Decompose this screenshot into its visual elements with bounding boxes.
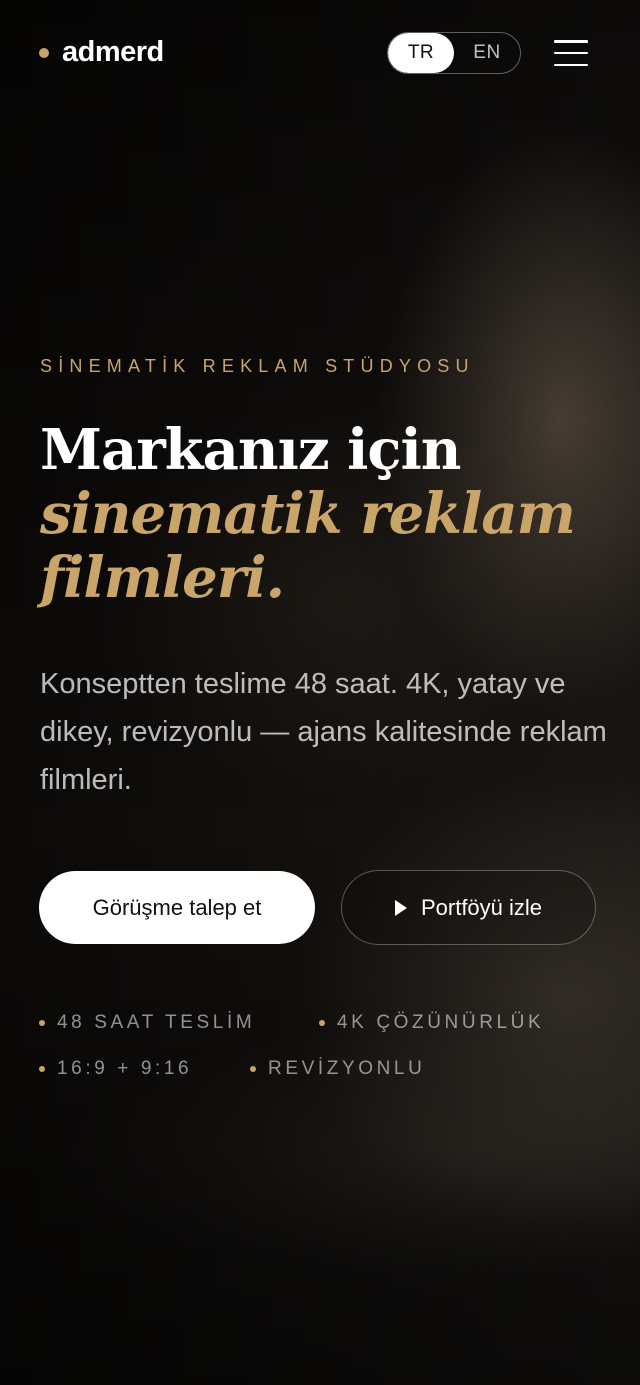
request-meeting-button[interactable]: Görüşme talep et [39,871,315,944]
play-icon [394,899,407,916]
logo-text: admerd [62,36,164,68]
bullet-dot-icon [39,1066,45,1072]
feature-label: REVİZYONLU [268,1058,426,1079]
language-en-button[interactable]: EN [454,33,520,73]
logo-dot [39,47,49,58]
bullet-dot-icon [319,1020,325,1026]
headline-line-1: Markanız için [40,417,462,483]
hero-section: admerd TR EN SİNEMATİK REKLAM STÜDYOSU M… [0,0,640,1385]
hero-lead: Konseptten teslime 48 saat. 4K, yatay ve… [40,668,607,796]
watch-portfolio-button[interactable]: Portföyü izle [341,870,596,945]
language-switcher: TR EN [387,32,521,74]
headline-line-2: sinematik reklam [40,481,576,547]
feature-item: 48 SAAT TESLİM [39,1012,255,1034]
feature-item: 16:9 + 9:16 [39,1058,192,1080]
bullet-dot-icon [39,1020,45,1026]
feature-item: 4K ÇÖZÜNÜRLÜK [319,1012,544,1034]
headline-line-3: filmleri. [40,545,285,611]
hero-headline: Markanız için sinematik reklam filmleri. [40,418,620,610]
feature-label: 16:9 + 9:16 [57,1058,193,1079]
request-meeting-label: Görüşme talep et [92,894,262,920]
logo[interactable]: admerd [39,36,164,69]
bullet-dot-icon [250,1066,256,1072]
language-tr-button[interactable]: TR [388,33,454,73]
watch-portfolio-label: Portföyü izle [420,894,543,920]
hero-eyebrow: SİNEMATİK REKLAM STÜDYOSU [40,356,475,376]
feature-label: 48 SAAT TESLİM [57,1012,256,1033]
feature-label: 4K ÇÖZÜNÜRLÜK [337,1012,545,1033]
feature-item: REVİZYONLU [250,1058,425,1080]
hamburger-menu-icon[interactable] [554,40,588,66]
